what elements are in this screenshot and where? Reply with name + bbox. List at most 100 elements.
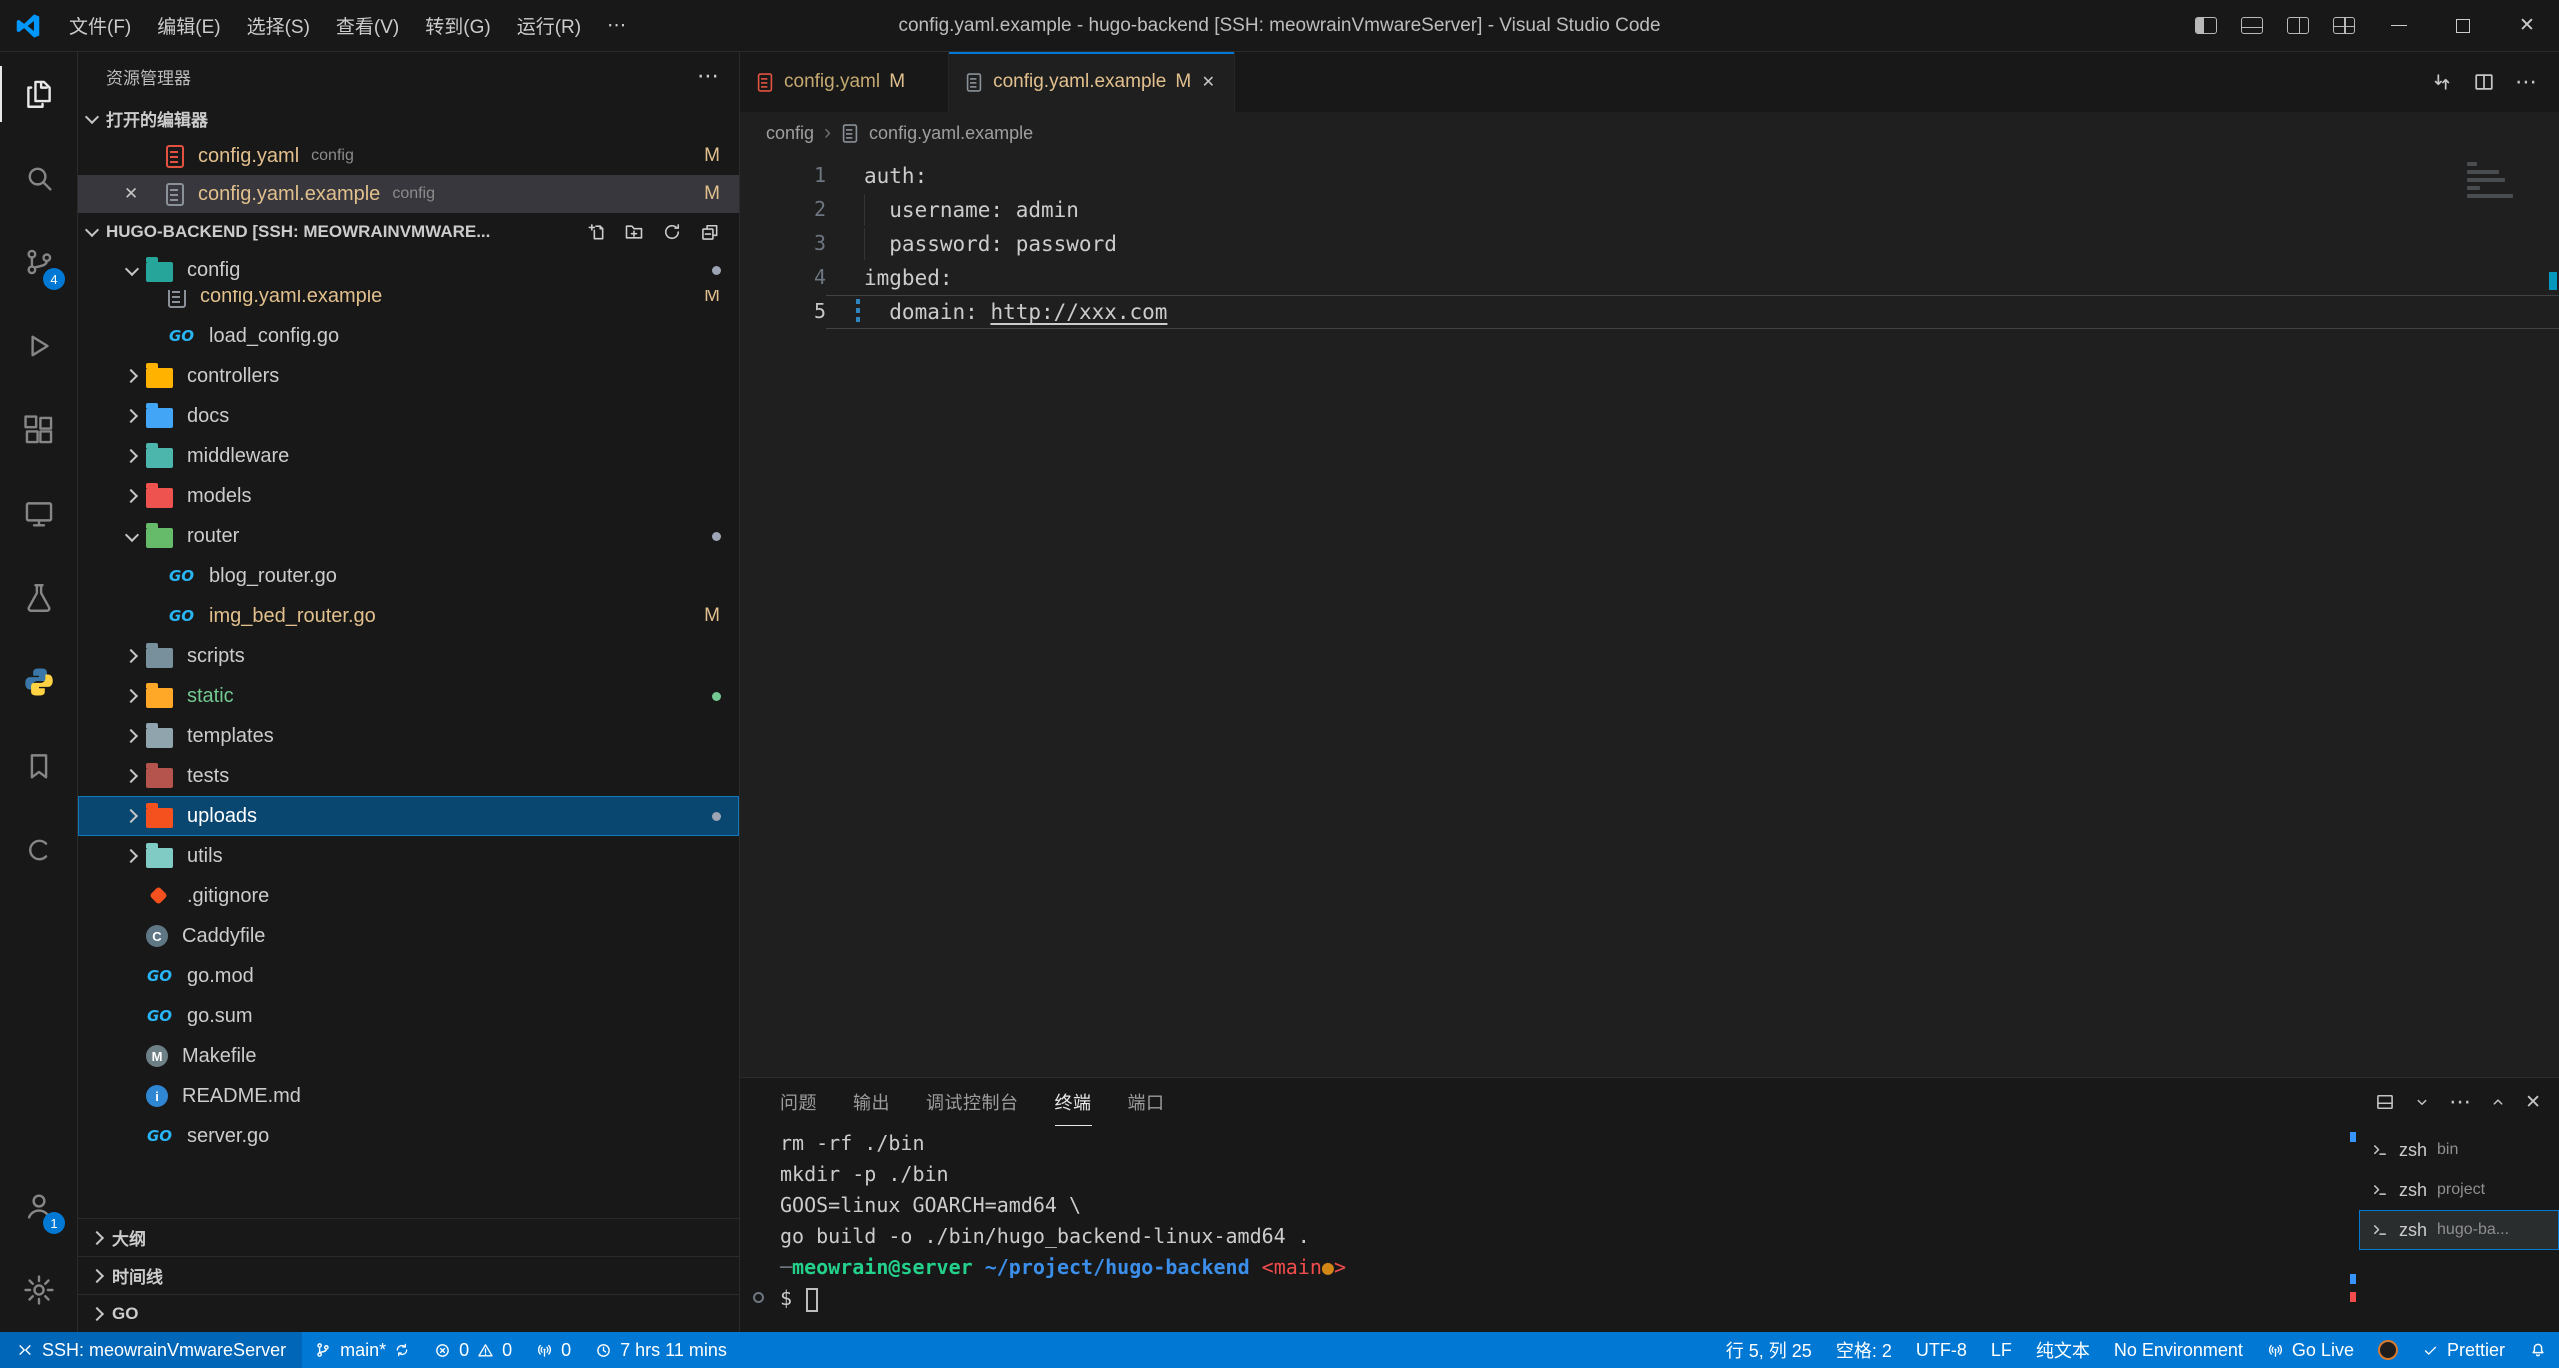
pane-GO[interactable]: GO	[78, 1294, 739, 1332]
tree-item-Caddyfile[interactable]: C Caddyfile	[78, 916, 739, 956]
editor-line-4[interactable]: 4 imgbed:	[740, 261, 2559, 295]
close-icon[interactable]: ✕	[124, 184, 138, 204]
new-file-icon[interactable]	[579, 215, 613, 249]
remote-indicator[interactable]: SSH: meowrainVmwareServer	[0, 1332, 302, 1368]
tree-item-server.go[interactable]: GO server.go	[78, 1116, 739, 1156]
editor-line-3[interactable]: 3 password: password	[740, 227, 2559, 261]
toggle-panel-icon[interactable]	[2229, 0, 2275, 52]
tab-config.yaml.example[interactable]: config.yaml.example M ✕	[949, 52, 1235, 112]
menu-item-0[interactable]: 文件(F)	[56, 0, 144, 52]
panel-close-icon[interactable]: ✕	[2525, 1091, 2541, 1114]
tree-item-router[interactable]: router	[78, 516, 739, 556]
indentation[interactable]: 空格: 2	[1824, 1332, 1904, 1368]
ports-indicator[interactable]: 0	[524, 1332, 583, 1368]
terminal-scrollbar[interactable]	[2347, 1126, 2359, 1332]
notifications-bell[interactable]	[2517, 1332, 2559, 1368]
toggle-sidebar-icon[interactable]	[2183, 0, 2229, 52]
activity-python-icon[interactable]	[0, 640, 77, 724]
tree-item-config[interactable]: config	[78, 250, 739, 290]
sidebar-more-actions-icon[interactable]: ⋯	[697, 63, 719, 89]
activity-source-control-icon[interactable]: 4	[0, 220, 77, 304]
open-changes-icon[interactable]	[2431, 71, 2453, 93]
refresh-explorer-icon[interactable]	[655, 215, 689, 249]
activity-search-icon[interactable]	[0, 136, 77, 220]
terminal[interactable]: rm -rf ./binmkdir -p ./binGOOS=linux GOA…	[740, 1126, 2347, 1332]
activity-remote-explorer-icon[interactable]	[0, 472, 77, 556]
open-editor-config.yaml.example[interactable]: ✕ config.yaml.example config M	[78, 175, 739, 213]
split-editor-icon[interactable]	[2473, 71, 2495, 93]
activity-settings-icon[interactable]	[0, 1248, 77, 1332]
minimap[interactable]	[2467, 162, 2541, 202]
pane-大纲[interactable]: 大纲	[78, 1218, 739, 1256]
tree-item-middleware[interactable]: middleware	[78, 436, 739, 476]
tree-item-tests[interactable]: tests	[78, 756, 739, 796]
tree-item-load_config.go[interactable]: GO load_config.go	[78, 316, 739, 356]
close-icon[interactable]: ✕	[1198, 72, 1218, 92]
tree-item-models[interactable]: models	[78, 476, 739, 516]
menu-item-4[interactable]: 转到(G)	[412, 0, 503, 52]
panel-tab-问题[interactable]: 问题	[780, 1078, 817, 1126]
close-button[interactable]: ✕	[2495, 0, 2559, 52]
tab-config.yaml[interactable]: config.yaml M	[740, 52, 949, 112]
menu-item-2[interactable]: 选择(S)	[234, 0, 323, 52]
activity-extensions-icon[interactable]	[0, 388, 77, 472]
tree-item-config.yaml.example[interactable]: config.yaml.example M	[78, 290, 739, 316]
open-editor-config.yaml[interactable]: config.yaml config M	[78, 137, 739, 175]
terminal-instance-hugo-ba...[interactable]: zshhugo-ba...	[2359, 1210, 2559, 1250]
branch-indicator[interactable]: main*	[302, 1332, 422, 1368]
editor-line-1[interactable]: 1 auth:	[740, 159, 2559, 193]
tree-item-templates[interactable]: templates	[78, 716, 739, 756]
tree-item-uploads[interactable]: uploads	[78, 796, 739, 836]
activity-bookmarks-icon[interactable]	[0, 724, 77, 808]
overview-ruler[interactable]	[2547, 154, 2559, 1077]
panel-layout-icon[interactable]	[2375, 1092, 2395, 1112]
tree-item-img_bed_router.go[interactable]: GO img_bed_router.go M	[78, 596, 739, 636]
toggle-secondary-sidebar-icon[interactable]	[2275, 0, 2321, 52]
breadcrumb-file[interactable]: config.yaml.example	[869, 123, 1033, 144]
problems-indicator[interactable]: 0 0	[422, 1332, 524, 1368]
eol-selector[interactable]: LF	[1979, 1332, 2024, 1368]
panel-more-actions-icon[interactable]: ⋯	[2449, 1089, 2471, 1115]
panel-tab-调试控制台[interactable]: 调试控制台	[926, 1078, 1019, 1126]
command-decoration-icon[interactable]	[753, 1292, 764, 1303]
prettier-indicator[interactable]: Prettier	[2410, 1332, 2517, 1368]
activity-run-debug-icon[interactable]	[0, 304, 77, 388]
panel-tab-终端[interactable]: 终端	[1055, 1078, 1092, 1126]
project-root-header[interactable]: HUGO-BACKEND [SSH: MEOWRAINVMWARE...	[78, 213, 739, 250]
pane-时间线[interactable]: 时间线	[78, 1256, 739, 1294]
editor-line-5[interactable]: 5 domain: http://xxx.com	[740, 295, 2559, 329]
tree-item-README.md[interactable]: i README.md	[78, 1076, 739, 1116]
terminal-profile-dropdown-icon[interactable]	[2413, 1093, 2431, 1111]
tree-item-.gitignore[interactable]: .gitignore	[78, 876, 739, 916]
tree-item-static[interactable]: static	[78, 676, 739, 716]
maximize-button[interactable]	[2431, 0, 2495, 52]
tree-item-blog_router.go[interactable]: GO blog_router.go	[78, 556, 739, 596]
editor-more-actions-icon[interactable]: ⋯	[2515, 69, 2537, 95]
cursor-position[interactable]: 行 5, 列 25	[1714, 1332, 1824, 1368]
menu-item-3[interactable]: 查看(V)	[323, 0, 412, 52]
activity-testing-icon[interactable]	[0, 556, 77, 640]
activity-explorer-icon[interactable]	[0, 52, 77, 136]
editor[interactable]: 1 auth: 2 username: admin 3 password: pa…	[740, 154, 2559, 1077]
terminal-instance-project[interactable]: zshproject	[2359, 1170, 2559, 1210]
extension-status[interactable]	[2366, 1332, 2410, 1368]
wakatime-indicator[interactable]: 7 hrs 11 mins	[583, 1332, 739, 1368]
encoding[interactable]: UTF-8	[1904, 1332, 1979, 1368]
editor-line-2[interactable]: 2 username: admin	[740, 193, 2559, 227]
panel-tab-端口[interactable]: 端口	[1128, 1078, 1165, 1126]
customize-layout-icon[interactable]	[2321, 0, 2367, 52]
editor-link[interactable]: http://xxx.com	[990, 300, 1167, 324]
tree-item-utils[interactable]: utils	[78, 836, 739, 876]
tree-item-Makefile[interactable]: M Makefile	[78, 1036, 739, 1076]
language-mode[interactable]: 纯文本	[2024, 1332, 2102, 1368]
minimize-button[interactable]	[2367, 0, 2431, 52]
activity-accounts-icon[interactable]: 1	[0, 1164, 77, 1248]
terminal-input-line[interactable]: $	[780, 1283, 2347, 1314]
collapse-folders-icon[interactable]	[693, 215, 727, 249]
menu-item-1[interactable]: 编辑(E)	[144, 0, 233, 52]
activity-c-extension-icon[interactable]	[0, 808, 77, 892]
menu-more-icon[interactable]: ⋯	[594, 0, 639, 52]
breadcrumb-folder[interactable]: config	[766, 123, 814, 144]
open-editors-header[interactable]: 打开的编辑器	[78, 100, 739, 137]
tree-item-controllers[interactable]: controllers	[78, 356, 739, 396]
